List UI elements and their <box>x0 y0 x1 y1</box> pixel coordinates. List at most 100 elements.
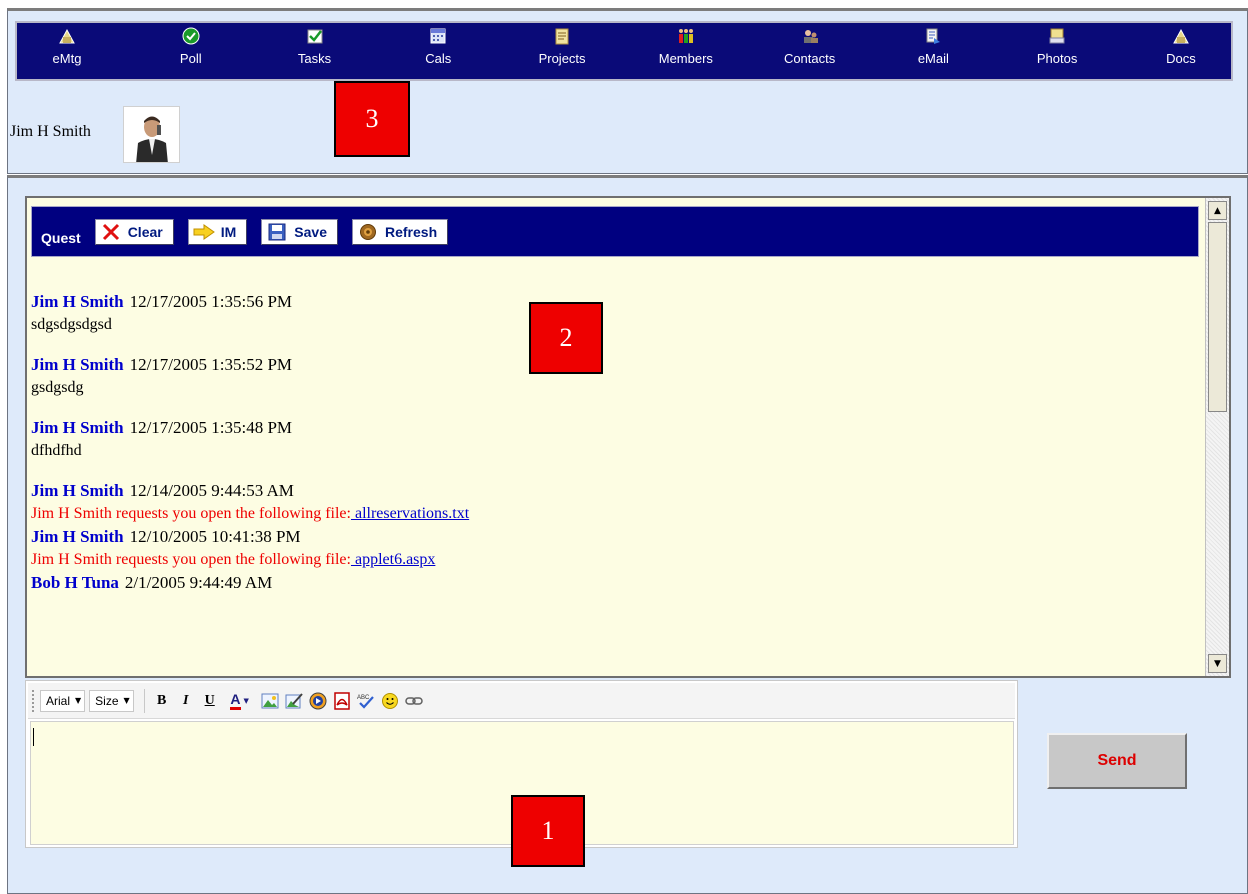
message: Jim H Smith 12/17/2005 1:35:52 PM gsdgsdg <box>31 354 1191 399</box>
clear-x-icon <box>100 222 122 242</box>
nav-label: eMail <box>917 51 949 66</box>
smiley-icon <box>381 692 398 709</box>
save-button[interactable]: Save <box>261 218 338 245</box>
message-author: Jim H Smith <box>31 418 124 437</box>
im-button[interactable]: IM <box>187 218 248 245</box>
pdf-button[interactable] <box>331 690 353 712</box>
email-icon <box>926 28 941 44</box>
arrow-right-icon <box>193 222 215 242</box>
bottom-frame: Quest Clear IM Save Refresh Jim H Smith … <box>7 175 1248 894</box>
message-author: Jim H Smith <box>31 527 124 546</box>
bold-label: B <box>157 692 167 708</box>
size-select-value: Size <box>95 693 119 708</box>
photos-icon <box>1049 28 1065 44</box>
message-text: dfhdfhd <box>31 442 82 459</box>
calendar-icon <box>430 28 446 44</box>
file-link[interactable]: allreservations.txt <box>351 505 469 522</box>
svg-text:ABC: ABC <box>357 695 370 701</box>
media-button[interactable] <box>307 690 329 712</box>
message-author: Jim H Smith <box>31 355 124 374</box>
clear-button[interactable]: Clear <box>94 218 174 245</box>
media-play-icon <box>309 692 327 709</box>
toolbar-grip <box>32 689 36 712</box>
size-select[interactable]: Size ▼ <box>89 689 134 712</box>
nav-item-contacts[interactable]: Contacts <box>770 23 850 79</box>
marker-2: 2 <box>529 302 603 374</box>
nav-item-projects[interactable]: Projects <box>522 23 602 79</box>
refresh-gear-icon <box>357 222 379 242</box>
nav-item-tasks[interactable]: Tasks <box>275 23 355 79</box>
members-icon <box>678 29 693 43</box>
nav-item-members[interactable]: Members <box>646 23 726 79</box>
nav-label: Projects <box>538 51 586 66</box>
message-time: 12/17/2005 1:35:56 PM <box>129 292 293 311</box>
spellcheck-button[interactable]: ABC <box>355 690 377 712</box>
message-author: Bob H Tuna <box>31 573 119 592</box>
im-button-label: IM <box>220 223 237 240</box>
message-list: Jim H Smith 12/17/2005 1:35:56 PM sdgsdgs… <box>31 291 1191 595</box>
file-link[interactable]: applet6.aspx <box>351 551 435 568</box>
message: Bob H Tuna 2/1/2005 9:44:49 AM <box>31 572 1191 594</box>
dropdown-arrow-icon: ▼ <box>123 696 130 705</box>
nav-label: Photos <box>1036 51 1078 66</box>
emoticon-button[interactable] <box>379 690 401 712</box>
font-select-value: Arial <box>46 693 71 708</box>
top-frame: eMtg Poll Tasks Cals Projects Members Co… <box>7 8 1248 174</box>
nav-bar: eMtg Poll Tasks Cals Projects Members Co… <box>15 21 1233 81</box>
message-author: Jim H Smith <box>31 292 124 311</box>
message: Jim H Smith 12/17/2005 1:35:48 PM dfhdfhd <box>31 417 1191 462</box>
docs-icon <box>1173 28 1189 44</box>
italic-button[interactable]: I <box>175 690 197 712</box>
insert-link-button[interactable] <box>403 690 425 712</box>
file-request: Jim H Smith requests you open the follow… <box>31 549 1191 571</box>
dropdown-arrow-icon: ▼ <box>75 696 82 705</box>
contacts-icon <box>803 30 818 43</box>
message-time: 2/1/2005 9:44:49 AM <box>124 573 273 592</box>
message-text: sdgsdgsdgsd <box>31 316 112 333</box>
nav-item-poll[interactable]: Poll <box>151 23 231 79</box>
chat-scrollbar[interactable]: ▲ ▼ <box>1205 198 1229 676</box>
tasks-icon <box>307 29 323 44</box>
message: Jim H Smith 12/17/2005 1:35:56 PM sdgsdgs… <box>31 291 1191 336</box>
insert-image-button[interactable] <box>259 690 281 712</box>
message-text: gsdgsdg <box>31 379 84 396</box>
font-color-label: A <box>230 691 241 710</box>
nav-label: Poll <box>179 51 202 66</box>
font-color-button[interactable]: A ▼ <box>223 690 257 712</box>
nav-label: Tasks <box>297 51 332 66</box>
user-name: Jim H Smith <box>10 123 91 140</box>
send-button[interactable]: Send <box>1047 733 1187 789</box>
scroll-down-arrow-icon[interactable]: ▼ <box>1208 654 1227 673</box>
bold-button[interactable]: B <box>151 690 173 712</box>
file-request-text: Jim H Smith requests you open the follow… <box>31 505 351 522</box>
underline-button[interactable]: U <box>199 690 221 712</box>
nav-item-docs[interactable]: Docs <box>1141 23 1221 79</box>
message: Jim H Smith 12/10/2005 10:41:38 PM Jim H … <box>31 526 1191 571</box>
poll-icon <box>182 27 200 45</box>
refresh-button[interactable]: Refresh <box>351 218 449 245</box>
scroll-thumb[interactable] <box>1208 222 1227 412</box>
font-select[interactable]: Arial ▼ <box>40 689 86 712</box>
emtg-icon <box>59 28 75 44</box>
underline-label: U <box>204 692 215 708</box>
nav-item-cals[interactable]: Cals <box>398 23 478 79</box>
nav-item-emtg[interactable]: eMtg <box>27 23 107 79</box>
user-photo <box>124 107 179 162</box>
nav-label: Cals <box>425 51 452 66</box>
compose-textarea[interactable]: 1 <box>30 721 1014 867</box>
message-time: 12/17/2005 1:35:48 PM <box>129 418 293 437</box>
projects-icon <box>555 28 569 45</box>
save-button-label: Save <box>294 223 327 240</box>
scroll-up-arrow-icon[interactable]: ▲ <box>1208 201 1227 220</box>
edit-image-button[interactable] <box>283 690 305 712</box>
editor-toolbar: Arial ▼ Size ▼ B I U A ▼ ABC <box>28 683 1015 719</box>
nav-item-email[interactable]: eMail <box>893 23 973 79</box>
link-icon <box>404 696 423 705</box>
nav-label: Docs <box>1166 51 1196 66</box>
edit-image-icon <box>285 692 303 708</box>
message: Jim H Smith 12/14/2005 9:44:53 AM Jim H S… <box>31 480 1191 525</box>
chat-panel: Quest Clear IM Save Refresh Jim H Smith … <box>25 196 1231 678</box>
message-editor: Arial ▼ Size ▼ B I U A ▼ ABC 1 <box>25 680 1018 867</box>
image-icon <box>261 693 279 708</box>
nav-item-photos[interactable]: Photos <box>1017 23 1097 79</box>
